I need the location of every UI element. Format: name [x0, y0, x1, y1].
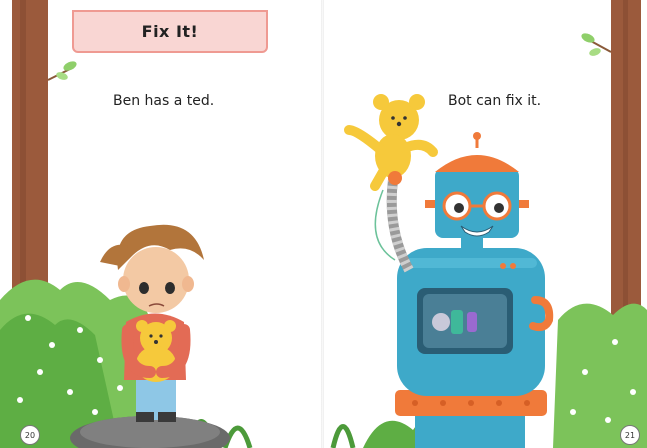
- leaf: [589, 48, 601, 56]
- page-number-right: 21: [620, 425, 640, 445]
- book-spread: Fix It! Ben has a ted. 20 Bot can fix it…: [0, 0, 647, 448]
- right-page-illustration: [330, 0, 647, 448]
- page-number-left: 20: [20, 425, 40, 445]
- teddy-bear-lifted: [344, 94, 438, 191]
- leaf: [63, 61, 77, 71]
- story-text-left: Ben has a ted.: [113, 93, 215, 109]
- left-page: Fix It! Ben has a ted. 20: [0, 0, 323, 448]
- left-page-illustration: [0, 0, 253, 448]
- title-banner: Fix It!: [72, 10, 268, 53]
- book-title: Fix It!: [141, 22, 199, 41]
- ben-face: [123, 247, 189, 313]
- robot-gears: [432, 310, 477, 334]
- story-text-right: Bot can fix it.: [448, 93, 542, 109]
- robot-hat: [435, 155, 519, 172]
- right-page: Bot can fix it. 21: [323, 0, 647, 448]
